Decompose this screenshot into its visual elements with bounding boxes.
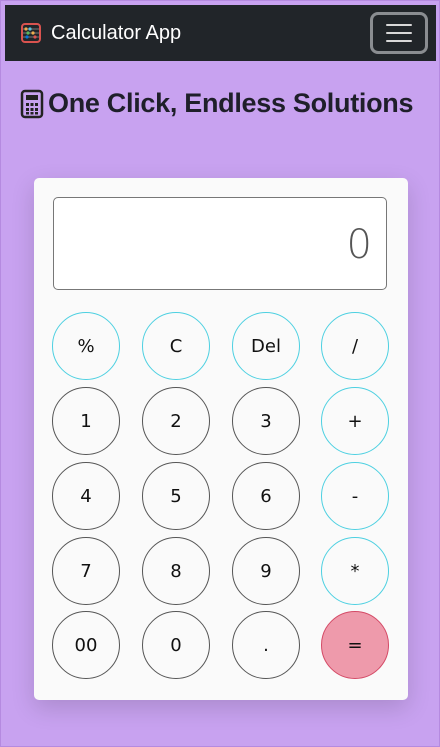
navbar: Calculator App bbox=[5, 5, 436, 61]
calculator-icon bbox=[20, 89, 44, 119]
decimal-button[interactable]: . bbox=[232, 611, 300, 679]
digit-6-button[interactable]: 6 bbox=[232, 462, 300, 530]
brand-label: Calculator App bbox=[51, 21, 182, 44]
hamburger-line bbox=[386, 40, 412, 42]
hamburger-line bbox=[386, 32, 412, 34]
multiply-button[interactable]: * bbox=[321, 537, 389, 605]
delete-button[interactable]: Del bbox=[232, 312, 300, 380]
navbar-brand[interactable]: Calculator App bbox=[21, 22, 181, 45]
digit-1-button[interactable]: 1 bbox=[52, 387, 120, 455]
add-button[interactable]: + bbox=[321, 387, 389, 455]
clear-button[interactable]: C bbox=[142, 312, 210, 380]
hamburger-menu-icon bbox=[386, 24, 412, 26]
calculator-display[interactable]: 0 bbox=[53, 197, 387, 290]
calculator-card: 0 % C Del/1 2 3 +4 5 6-7 8 9 * 00 0. = bbox=[34, 178, 408, 700]
digit-2-button[interactable]: 2 bbox=[142, 387, 210, 455]
digit-5-button[interactable]: 5 bbox=[142, 462, 210, 530]
double-zero-button[interactable]: 00 bbox=[52, 611, 120, 679]
percent-button[interactable]: % bbox=[52, 312, 120, 380]
page-headline: One Click, Endless Solutions bbox=[20, 88, 413, 119]
headline-text: One Click, Endless Solutions bbox=[48, 88, 414, 118]
digit-4-button[interactable]: 4 bbox=[52, 462, 120, 530]
abacus-icon bbox=[21, 23, 41, 43]
digit-9-button[interactable]: 9 bbox=[232, 537, 300, 605]
menu-toggle-button[interactable] bbox=[370, 12, 428, 54]
digit-3-button[interactable]: 3 bbox=[232, 387, 300, 455]
divide-button[interactable]: / bbox=[321, 312, 389, 380]
equals-button[interactable]: = bbox=[321, 611, 389, 679]
subtract-button[interactable]: - bbox=[321, 462, 389, 530]
digit-0-button[interactable]: 0 bbox=[142, 611, 210, 679]
digit-7-button[interactable]: 7 bbox=[52, 537, 120, 605]
digit-8-button[interactable]: 8 bbox=[142, 537, 210, 605]
